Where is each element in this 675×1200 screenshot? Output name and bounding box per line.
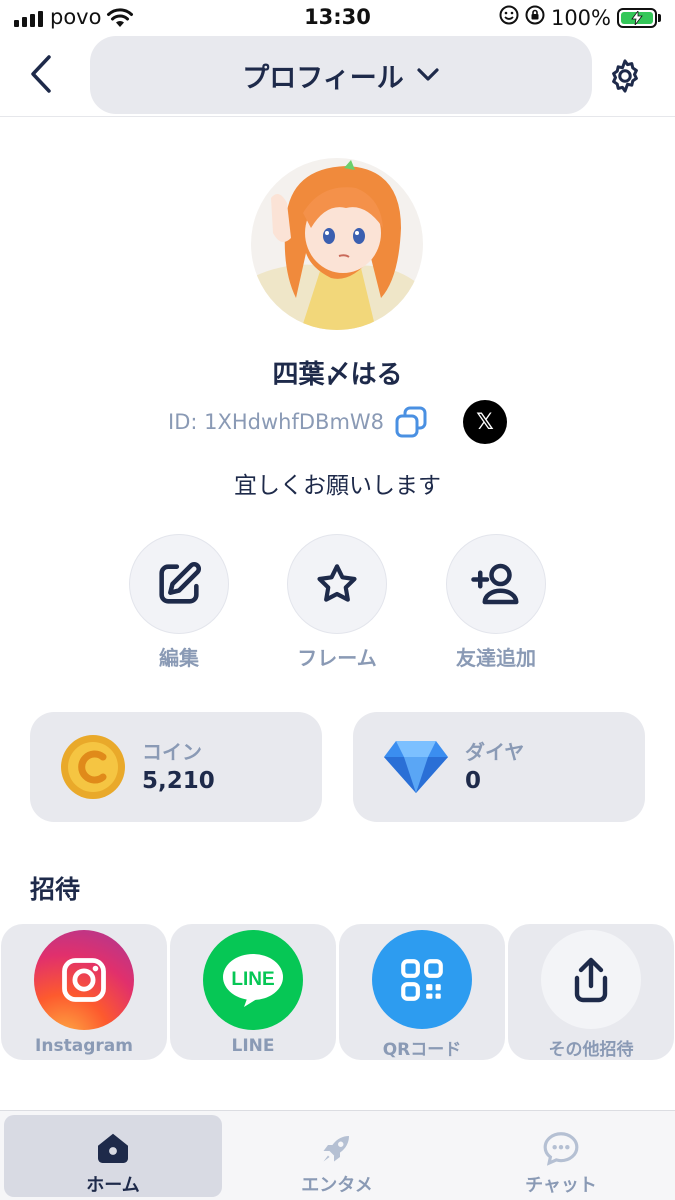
battery-percent: 100% xyxy=(550,5,611,30)
header-divider xyxy=(0,116,675,117)
edit-label: 編集 xyxy=(159,646,199,670)
diamond-icon xyxy=(381,732,451,802)
invite-section-title: 招待 xyxy=(30,875,81,904)
tab-home[interactable]: ホーム xyxy=(4,1115,222,1197)
home-icon xyxy=(98,1133,128,1163)
user-id: ID: 1XHdwhfDBmW8 xyxy=(168,410,385,434)
share-icon xyxy=(574,957,608,1002)
back-button[interactable] xyxy=(20,52,60,96)
tab-bar: ホーム エンタメ チャット xyxy=(0,1110,675,1200)
gear-icon xyxy=(612,59,638,93)
chevron-left-icon xyxy=(31,55,51,93)
coin-amount: 5,210 xyxy=(142,768,215,794)
line-label: LINE xyxy=(231,1036,275,1056)
line-icon: LINE xyxy=(223,954,283,1007)
tab-chat-label: チャット xyxy=(525,1175,597,1196)
avatar[interactable] xyxy=(251,158,423,330)
diamond-label: ダイヤ xyxy=(465,740,525,764)
add-friend-button[interactable]: 友達追加 xyxy=(436,534,556,671)
chevron-down-icon xyxy=(417,68,439,81)
edit-button[interactable]: 編集 xyxy=(119,534,239,671)
tab-home-label: ホーム xyxy=(86,1175,140,1196)
status-bar: povo 13:30 100% xyxy=(0,0,675,36)
tab-chat[interactable]: チャット xyxy=(452,1115,670,1197)
copy-id-button[interactable] xyxy=(392,403,430,441)
user-id-row: ID: 1XHdwhfDBmW8 xyxy=(168,400,430,444)
username: 四葉〆はる xyxy=(272,360,403,390)
rotation-lock-icon xyxy=(525,5,545,30)
diamond-card[interactable]: ダイヤ 0 xyxy=(353,712,645,822)
qr-code-icon xyxy=(401,958,443,1001)
coin-label: コイン xyxy=(142,740,202,764)
settings-button[interactable] xyxy=(603,54,647,98)
face-icon xyxy=(499,5,519,30)
x-profile-button[interactable]: 𝕏 xyxy=(463,400,507,444)
qr-code-label: QRコード xyxy=(382,1040,462,1060)
coin-card[interactable]: コイン 5,210 xyxy=(30,712,322,822)
instagram-label: Instagram xyxy=(35,1036,133,1056)
svg-text:LINE: LINE xyxy=(231,969,274,990)
rocket-icon xyxy=(323,1136,349,1162)
star-icon xyxy=(317,564,357,602)
frame-button[interactable]: フレーム xyxy=(277,534,397,671)
coin-icon xyxy=(58,732,128,802)
page-title: プロフィール xyxy=(242,62,404,94)
x-logo-icon: 𝕏 xyxy=(476,409,494,435)
add-friend-icon xyxy=(471,563,519,605)
profile-switcher[interactable]: プロフィール xyxy=(90,36,592,114)
instagram-icon xyxy=(62,958,106,1002)
invite-other[interactable]: その他招待 xyxy=(508,924,674,1060)
invite-qr-code[interactable]: QRコード xyxy=(339,924,505,1060)
invite-line[interactable]: LINE LINE xyxy=(170,924,336,1060)
invite-instagram[interactable]: Instagram xyxy=(1,924,167,1060)
chat-icon xyxy=(543,1132,579,1166)
edit-icon xyxy=(159,561,202,604)
copy-icon xyxy=(395,406,427,438)
battery-icon xyxy=(617,7,657,28)
other-invite-label: その他招待 xyxy=(548,1040,634,1060)
bio-text: 宜しくお願いします xyxy=(234,473,441,499)
tab-entertainment[interactable]: エンタメ xyxy=(228,1115,446,1197)
add-friend-label: 友達追加 xyxy=(456,646,536,670)
frame-label: フレーム xyxy=(297,646,377,670)
tab-entertainment-label: エンタメ xyxy=(301,1175,373,1196)
diamond-amount: 0 xyxy=(465,768,482,794)
